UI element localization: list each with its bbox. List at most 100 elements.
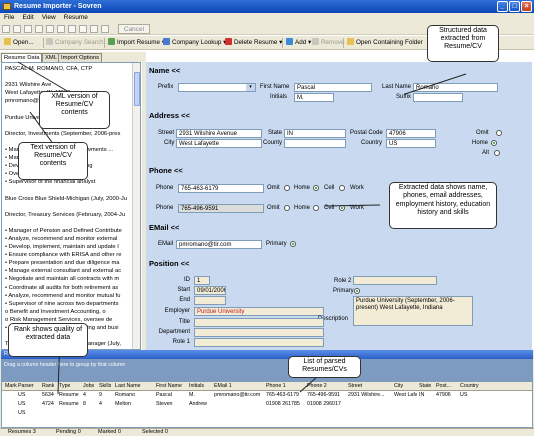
prefix-select[interactable]: ▾ xyxy=(178,83,256,92)
company-search-button[interactable]: Company Search... xyxy=(46,38,109,48)
column-header[interactable]: Last Name xyxy=(115,382,141,391)
description-field[interactable]: Purdue University (September, 2006-prese… xyxy=(353,296,473,326)
menu-view[interactable]: View xyxy=(38,13,60,23)
menu-file[interactable]: File xyxy=(0,13,18,23)
address-home-label: Home xyxy=(472,140,489,146)
column-header[interactable]: EMail 1 xyxy=(214,382,232,391)
phone2-home-radio[interactable] xyxy=(313,205,319,211)
delete-resume-button[interactable]: Delete Resume ▾ xyxy=(225,38,282,48)
status-marked: Marked 0 xyxy=(98,429,121,435)
preview-icon[interactable] xyxy=(90,25,98,33)
column-header[interactable]: Jobs xyxy=(83,382,94,391)
find-icon[interactable] xyxy=(57,25,65,33)
tab-resume-data[interactable]: Resume Data xyxy=(1,53,43,62)
add-button[interactable]: Add ▾ xyxy=(286,38,311,48)
phone-section-header[interactable]: Phone << xyxy=(149,166,183,175)
country-field[interactable]: US xyxy=(386,139,436,148)
column-header[interactable]: Phone 2 xyxy=(307,382,327,391)
position-primary-radio[interactable] xyxy=(354,288,360,294)
company-lookup-button[interactable]: Company Lookup ▾ xyxy=(163,38,226,48)
redo-icon[interactable] xyxy=(46,25,54,33)
column-header[interactable]: Post... xyxy=(436,382,451,391)
group-by-area[interactable]: Drag a column header here to group by th… xyxy=(1,359,533,381)
close-button[interactable]: × xyxy=(521,1,532,12)
column-header[interactable]: City xyxy=(394,382,403,391)
menu-resume[interactable]: Resume xyxy=(60,13,92,23)
tab-import-options[interactable]: Import Options xyxy=(58,53,103,62)
column-header[interactable]: Parser xyxy=(18,382,34,391)
city-field[interactable]: West Lafayette xyxy=(176,139,262,148)
start-field[interactable]: 09/01/2006 xyxy=(194,286,226,295)
maximize-button[interactable]: □ xyxy=(509,1,520,12)
email-section-header[interactable]: EMail << xyxy=(149,223,179,232)
role2-field[interactable] xyxy=(353,276,437,285)
address-section-header[interactable]: Address << xyxy=(149,111,190,120)
cancel-button[interactable]: Cancel xyxy=(118,24,150,34)
address-home-radio[interactable] xyxy=(491,140,497,146)
phone2-home-label: Home xyxy=(294,205,311,211)
address-alt-radio[interactable] xyxy=(494,150,500,156)
name-section-header[interactable]: Name << xyxy=(149,66,180,75)
import-resume-button[interactable]: Import Resume ▾ xyxy=(108,38,165,48)
column-header[interactable]: Initials xyxy=(189,382,204,391)
phone2-label: Phone xyxy=(156,205,174,211)
employer-field[interactable]: Purdue University xyxy=(194,307,324,316)
table-cell: Pascal xyxy=(156,392,172,398)
column-header[interactable]: State xyxy=(419,382,431,391)
column-header[interactable]: Mark xyxy=(5,382,17,391)
phone1-home-radio[interactable] xyxy=(313,185,319,191)
phone2-omit-radio[interactable] xyxy=(284,205,290,211)
state-field[interactable]: IN xyxy=(284,129,346,138)
email-field[interactable]: pmromano@tir.com xyxy=(176,240,262,249)
department-label: Department xyxy=(158,329,190,335)
phone1-cell-radio[interactable] xyxy=(339,185,345,191)
open-button[interactable]: Open... xyxy=(4,38,34,48)
table-row[interactable]: US xyxy=(2,409,532,418)
id-field[interactable]: 1 xyxy=(194,276,210,285)
initials-field[interactable]: M. xyxy=(294,93,334,102)
address-omit-radio[interactable] xyxy=(496,130,502,136)
replace-icon[interactable] xyxy=(68,25,76,33)
table-cell: Resume xyxy=(59,401,79,407)
role1-field[interactable] xyxy=(194,338,324,347)
street-field[interactable]: 2931 Wilshire Avenue xyxy=(176,129,262,138)
paste-icon[interactable] xyxy=(24,25,32,33)
end-field[interactable] xyxy=(194,296,226,305)
position-section-header[interactable]: Position << xyxy=(149,259,189,268)
minimize-button[interactable]: _ xyxy=(497,1,508,12)
department-field[interactable] xyxy=(194,328,324,337)
table-row[interactable]: US 4724 Resume 8 4 Melton Steven Andrew 01908 26… xyxy=(2,400,532,409)
column-header[interactable]: Country xyxy=(460,382,479,391)
last-name-field[interactable]: Romano xyxy=(413,83,498,92)
postal-code-field[interactable]: 47906 xyxy=(386,129,436,138)
phone2-field[interactable]: 765-496-9591 xyxy=(178,204,264,213)
left-scrollbar[interactable] xyxy=(132,63,140,349)
help-icon[interactable] xyxy=(101,25,109,33)
phone1-field[interactable]: 765-463-6179 xyxy=(178,184,264,193)
table-cell: West Lafayette xyxy=(394,392,417,398)
first-name-field[interactable]: Pascal xyxy=(294,83,372,92)
column-header[interactable]: Skills xyxy=(99,382,111,391)
remove-button[interactable]: Remove xyxy=(312,38,344,48)
open-containing-folder-button[interactable]: Open Containing Folder xyxy=(347,38,423,48)
column-header[interactable]: Rank xyxy=(42,382,54,391)
column-header[interactable]: First Name xyxy=(156,382,182,391)
column-header[interactable]: Street xyxy=(348,382,362,391)
print-icon[interactable] xyxy=(79,25,87,33)
menu-edit[interactable]: Edit xyxy=(18,13,37,23)
undo-icon[interactable] xyxy=(35,25,43,33)
copy-icon[interactable] xyxy=(13,25,21,33)
phone1-omit-radio[interactable] xyxy=(284,185,290,191)
cut-icon[interactable] xyxy=(2,25,10,33)
country-label: Country xyxy=(361,140,383,146)
title-field[interactable] xyxy=(194,318,324,327)
email-primary-radio[interactable] xyxy=(290,241,296,247)
county-field[interactable] xyxy=(284,139,346,148)
phone2-cell-radio[interactable] xyxy=(339,205,345,211)
table-row[interactable]: US 5634 Resume 4 9 Romano Pascal M. pmromano@tir… xyxy=(2,391,532,400)
column-header[interactable]: Type xyxy=(59,382,70,391)
scrollbar-thumb[interactable] xyxy=(134,72,140,106)
suffix-field[interactable] xyxy=(413,93,463,102)
column-header[interactable]: Phone 1 xyxy=(266,382,286,391)
resume-grid[interactable]: Mark Parser Rank Type Jobs Skills Last Name Fir… xyxy=(1,381,533,428)
